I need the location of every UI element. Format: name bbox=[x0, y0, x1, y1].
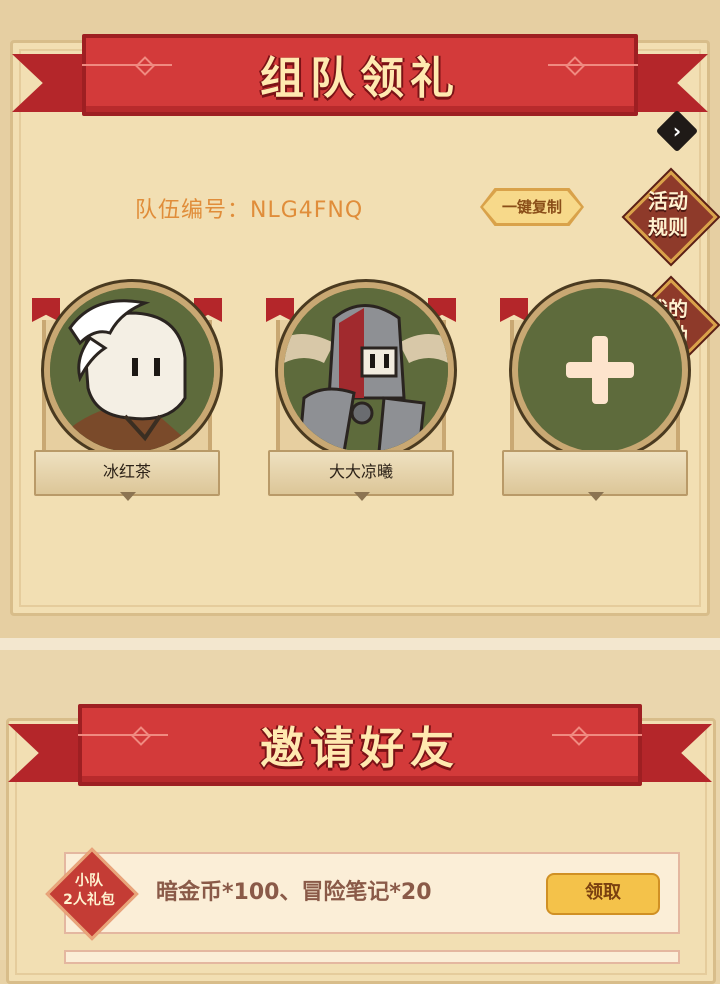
copy-button-label: 一键复制 bbox=[483, 191, 581, 223]
member-name bbox=[502, 450, 688, 496]
team-title-banner: 组队领礼 bbox=[12, 34, 708, 124]
copy-button[interactable]: 一键复制 bbox=[480, 188, 584, 226]
pennant-icon bbox=[266, 298, 294, 322]
member-name: 大大凉曦 bbox=[268, 450, 454, 496]
invite-title-banner: 邀请好友 bbox=[8, 704, 712, 794]
nameplate-pointer bbox=[120, 492, 136, 501]
invite-section-title: 邀请好友 bbox=[260, 723, 460, 774]
claim-button[interactable]: 领取 bbox=[546, 873, 660, 915]
nameplate-pointer bbox=[588, 492, 604, 501]
rules-button-label: 活动 规则 bbox=[648, 189, 688, 239]
armored-knight-icon bbox=[284, 288, 448, 452]
team-member-slot[interactable]: 冰红茶 bbox=[32, 280, 222, 510]
badge-label: 小队 2人礼包 bbox=[63, 873, 115, 908]
pennant-icon bbox=[32, 298, 60, 322]
team-section-title: 组队领礼 bbox=[260, 53, 460, 104]
team-id-label: 队伍编号：NLG4FNQ bbox=[135, 198, 364, 223]
avatar bbox=[278, 282, 454, 458]
white-hair-character-icon bbox=[50, 288, 214, 452]
empty-member-slot[interactable] bbox=[500, 280, 690, 510]
chevron-right-icon: › bbox=[672, 119, 682, 143]
next-reward-row bbox=[64, 950, 680, 964]
team-gift-badge: 小队 2人礼包 bbox=[44, 846, 139, 941]
add-member-button[interactable] bbox=[512, 282, 688, 458]
team-member-slot[interactable]: 大大凉曦 bbox=[266, 280, 456, 510]
plus-icon bbox=[592, 336, 608, 404]
member-name: 冰红茶 bbox=[34, 450, 220, 496]
pennant-icon bbox=[500, 298, 528, 322]
avatar bbox=[44, 282, 220, 458]
rules-button[interactable]: 活动 规则 bbox=[620, 166, 718, 264]
expand-arrow-button[interactable]: › bbox=[655, 109, 699, 153]
nameplate-pointer bbox=[354, 492, 370, 501]
reward-items: 暗金币*100、冒险笔记*20 bbox=[156, 880, 432, 905]
